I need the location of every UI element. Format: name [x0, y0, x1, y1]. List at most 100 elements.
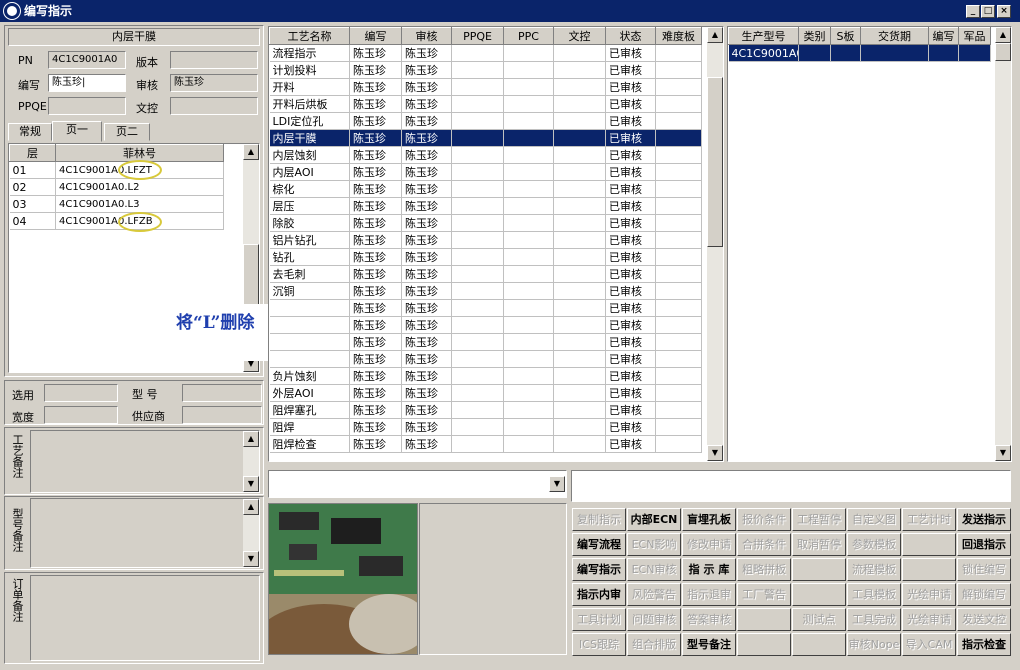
- process-col-header[interactable]: 状态: [605, 27, 656, 45]
- table-row[interactable]: 内层AOI 陈玉珍 陈玉珍 已审核: [269, 163, 702, 181]
- product-col-header[interactable]: 军品: [958, 27, 991, 45]
- action-button[interactable]: 工具完成: [847, 608, 901, 631]
- table-row[interactable]: 陈玉珍 陈玉珍 已审核: [269, 350, 702, 368]
- action-button[interactable]: 工厂警告: [737, 583, 791, 606]
- table-row[interactable]: 开料后烘板 陈玉珍 陈玉珍 已审核: [269, 95, 702, 113]
- action-button[interactable]: 解锁编写: [957, 583, 1011, 606]
- action-button[interactable]: [737, 633, 791, 656]
- maximize-button[interactable]: □: [981, 5, 995, 18]
- table-row[interactable]: 陈玉珍 陈玉珍 已审核: [269, 333, 702, 351]
- film-col-header[interactable]: 菲林号: [55, 144, 224, 162]
- order-note-textarea[interactable]: [30, 575, 260, 661]
- action-button[interactable]: 锁住编写: [957, 558, 1011, 581]
- select-field[interactable]: [44, 384, 118, 402]
- table-row[interactable]: 计划投料 陈玉珍 陈玉珍 已审核: [269, 61, 702, 79]
- pn-field[interactable]: 4C1C9001A0: [48, 51, 126, 69]
- ppqe-field[interactable]: [48, 97, 126, 115]
- action-button[interactable]: 取消暂停: [792, 533, 846, 556]
- action-button[interactable]: 流程模板: [847, 558, 901, 581]
- action-button[interactable]: 工程暂停: [792, 508, 846, 531]
- process-col-header[interactable]: PPC: [503, 27, 554, 45]
- scroll-down-icon[interactable]: ▼: [995, 445, 1011, 461]
- action-button[interactable]: 答案审核: [682, 608, 736, 631]
- table-row[interactable]: 层压 陈玉珍 陈玉珍 已审核: [269, 197, 702, 215]
- table-row[interactable]: 铝片钻孔 陈玉珍 陈玉珍 已审核: [269, 231, 702, 249]
- product-col-header[interactable]: 类别: [798, 27, 831, 45]
- table-row[interactable]: 内层蚀刻 陈玉珍 陈玉珍 已审核: [269, 146, 702, 164]
- action-button[interactable]: 测试点: [792, 608, 846, 631]
- action-button[interactable]: 内部ECN: [627, 508, 681, 531]
- process-col-header[interactable]: 难度板: [655, 27, 702, 45]
- action-button[interactable]: 指示检查: [957, 633, 1011, 656]
- scroll-thumb[interactable]: [707, 77, 723, 247]
- minimize-button[interactable]: _: [966, 5, 980, 18]
- action-button[interactable]: 审核Nope: [847, 633, 901, 656]
- action-button[interactable]: [902, 558, 956, 581]
- action-button[interactable]: [737, 608, 791, 631]
- model-field[interactable]: [182, 384, 262, 402]
- process-note-textarea[interactable]: ▲ ▼: [30, 430, 260, 493]
- action-button[interactable]: 复制指示: [572, 508, 626, 531]
- table-row[interactable]: 阻焊检查 陈玉珍 陈玉珍 已审核: [269, 435, 702, 453]
- action-button[interactable]: ECN审核: [627, 558, 681, 581]
- review-field[interactable]: 陈玉珍: [170, 74, 258, 92]
- chevron-down-icon[interactable]: ▼: [549, 476, 565, 492]
- table-row[interactable]: LDI定位孔 陈玉珍 陈玉珍 已审核: [269, 112, 702, 130]
- action-button[interactable]: 编写流程: [572, 533, 626, 556]
- process-col-header[interactable]: 文控: [553, 27, 606, 45]
- action-button[interactable]: 粗略拼板: [737, 558, 791, 581]
- action-button[interactable]: 指示内审: [572, 583, 626, 606]
- table-row[interactable]: 04 4C1C9001A0.LFZB: [9, 212, 224, 230]
- table-row[interactable]: 除胶 陈玉珍 陈玉珍 已审核: [269, 214, 702, 232]
- version-field[interactable]: [170, 51, 258, 69]
- table-row[interactable]: 阻焊 陈玉珍 陈玉珍 已审核: [269, 418, 702, 436]
- tab-page-one[interactable]: 页一: [52, 121, 102, 142]
- width-field[interactable]: [44, 406, 118, 424]
- layer-col-header[interactable]: 层: [9, 144, 56, 162]
- product-col-header[interactable]: 生产型号: [728, 27, 799, 45]
- product-col-header[interactable]: S板: [830, 27, 861, 45]
- action-button[interactable]: 指示退审: [682, 583, 736, 606]
- table-row[interactable]: 03 4C1C9001A0.L3: [9, 195, 224, 213]
- scroll-up-icon[interactable]: ▲: [243, 431, 259, 447]
- action-button[interactable]: 盲埋孔板: [682, 508, 736, 531]
- writer-field[interactable]: 陈玉珍|: [48, 74, 126, 92]
- table-row[interactable]: 02 4C1C9001A0.L2: [9, 178, 224, 196]
- action-button[interactable]: 指 示 库: [682, 558, 736, 581]
- table-row[interactable]: 陈玉珍 陈玉珍 已审核: [269, 299, 702, 317]
- table-row[interactable]: 流程指示 陈玉珍 陈玉珍 已审核: [269, 44, 702, 62]
- action-button[interactable]: 光绘申请: [902, 583, 956, 606]
- table-row[interactable]: 去毛刺 陈玉珍 陈玉珍 已审核: [269, 265, 702, 283]
- filter-combo[interactable]: ▼: [268, 470, 567, 498]
- message-field[interactable]: [571, 470, 1011, 502]
- action-button[interactable]: ICS跟踪: [572, 633, 626, 656]
- action-button[interactable]: 风险警告: [627, 583, 681, 606]
- table-row[interactable]: 沉铜 陈玉珍 陈玉珍 已审核: [269, 282, 702, 300]
- action-button[interactable]: 发送文控: [957, 608, 1011, 631]
- action-button[interactable]: [792, 633, 846, 656]
- table-row[interactable]: 开料 陈玉珍 陈玉珍 已审核: [269, 78, 702, 96]
- table-row[interactable]: 钻孔 陈玉珍 陈玉珍 已审核: [269, 248, 702, 266]
- scroll-down-icon[interactable]: ▼: [707, 445, 723, 461]
- product-col-header[interactable]: 编写: [928, 27, 959, 45]
- scroll-down-icon[interactable]: ▼: [243, 476, 259, 492]
- tab-page-two[interactable]: 页二: [104, 123, 150, 141]
- table-row[interactable]: 内层干膜 陈玉珍 陈玉珍 已审核: [269, 129, 702, 147]
- model-note-textarea[interactable]: ▲ ▼: [30, 498, 260, 568]
- process-scrollbar[interactable]: ▲ ▼: [707, 27, 723, 461]
- action-button[interactable]: [792, 583, 846, 606]
- process-col-header[interactable]: 工艺名称: [269, 27, 350, 45]
- action-button[interactable]: 问题审核: [627, 608, 681, 631]
- doc-control-field[interactable]: [170, 97, 258, 115]
- table-row[interactable]: 4C1C9001A0: [728, 44, 991, 62]
- action-button[interactable]: 光绘审请: [902, 608, 956, 631]
- action-button[interactable]: [792, 558, 846, 581]
- product-scrollbar[interactable]: ▲ ▼: [995, 27, 1011, 461]
- supplier-field[interactable]: [182, 406, 262, 424]
- tab-general[interactable]: 常规: [8, 123, 52, 141]
- action-button[interactable]: 组合排版: [627, 633, 681, 656]
- action-button[interactable]: 参数模板: [847, 533, 901, 556]
- action-button[interactable]: 报价条件: [737, 508, 791, 531]
- action-button[interactable]: 合拼条件: [737, 533, 791, 556]
- table-row[interactable]: 棕化 陈玉珍 陈玉珍 已审核: [269, 180, 702, 198]
